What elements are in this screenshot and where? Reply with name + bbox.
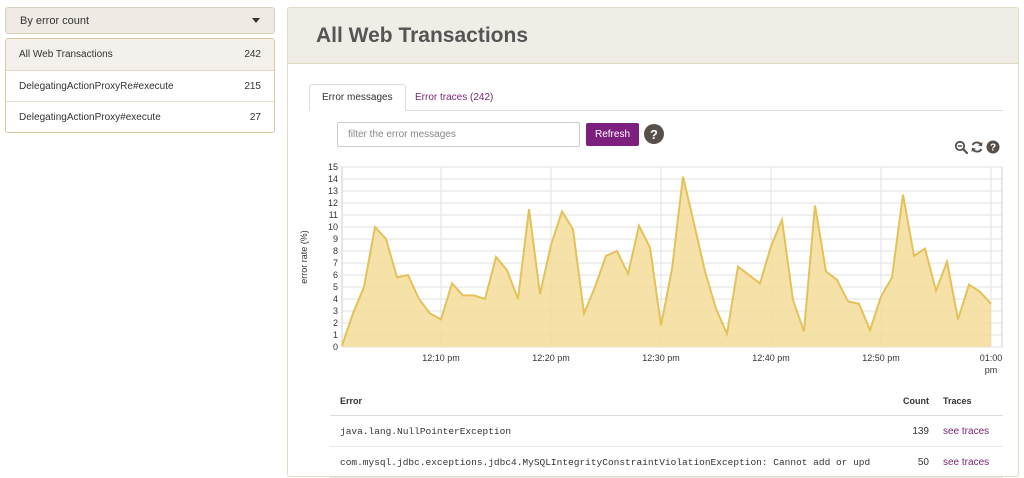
y-tick-label: 2 bbox=[333, 318, 338, 328]
x-tick-label: 01:00 pm bbox=[980, 353, 1003, 375]
y-tick-label: 9 bbox=[333, 234, 338, 244]
transaction-item-label: DelegatingActionProxyRe#execute bbox=[19, 80, 174, 92]
y-tick-label: 1 bbox=[333, 330, 338, 340]
transaction-item-all[interactable]: All Web Transactions 242 bbox=[6, 39, 274, 70]
table-row: java.lang.NullPointerException 139 see t… bbox=[330, 416, 1003, 447]
transaction-item-count: 242 bbox=[244, 49, 261, 60]
caret-down-icon bbox=[252, 18, 260, 23]
x-tick-label: 12:50 pm bbox=[862, 353, 900, 363]
sort-dropdown[interactable]: By error count bbox=[5, 7, 275, 34]
transaction-item-delegating[interactable]: DelegatingActionProxy#execute 27 bbox=[6, 101, 274, 132]
errors-table-header: Error Count Traces bbox=[330, 386, 1003, 416]
table-row: com.mysql.jdbc.exceptions.jdbc4.MySQLInt… bbox=[330, 447, 1003, 478]
sidebar: By error count All Web Transactions 242 … bbox=[5, 7, 275, 133]
error-count: 50 bbox=[917, 456, 929, 468]
header-error: Error bbox=[340, 395, 363, 406]
chart-help-icon[interactable]: ? bbox=[986, 140, 1000, 154]
y-tick-label: 15 bbox=[328, 162, 338, 172]
chart-help-glyph: ? bbox=[990, 143, 996, 154]
tab-error-messages[interactable]: Error messages bbox=[309, 84, 406, 111]
tab-bar: Error messages Error traces (242) bbox=[309, 84, 1003, 111]
y-axis-label: error rate (%) bbox=[299, 230, 309, 284]
x-tick-label: 12:10 pm bbox=[422, 353, 460, 363]
errors-table: Error Count Traces java.lang.NullPointer… bbox=[330, 386, 1003, 478]
transaction-item-count: 27 bbox=[249, 111, 261, 123]
transaction-item-label: DelegatingActionProxy#execute bbox=[19, 111, 161, 123]
error-rate-chart: 0 1 2 3 4 5 6 7 8 9 10 11 12 13 14 15 12:10 pm 12:20 pm 12… bbox=[288, 156, 1020, 381]
y-tick-label: 7 bbox=[333, 258, 338, 268]
x-tick-label: 12:20 pm bbox=[532, 353, 570, 363]
y-tick-label: 3 bbox=[333, 306, 338, 316]
zoom-out-icon[interactable] bbox=[954, 140, 968, 154]
page-title: All Web Transactions bbox=[316, 23, 528, 47]
refresh-button[interactable]: Refresh bbox=[586, 123, 639, 146]
error-count: 139 bbox=[912, 425, 929, 437]
y-tick-label: 10 bbox=[328, 222, 338, 232]
see-traces-link[interactable]: see traces bbox=[943, 457, 1003, 468]
y-tick-label: 12 bbox=[328, 198, 338, 208]
transaction-item-count: 215 bbox=[244, 80, 261, 92]
error-name: com.mysql.jdbc.exceptions.jdbc4.MySQLInt… bbox=[340, 456, 871, 468]
y-tick-label: 4 bbox=[333, 294, 338, 304]
y-tick-label: 13 bbox=[328, 186, 338, 196]
header-count: Count bbox=[903, 395, 929, 406]
see-traces-link[interactable]: see traces bbox=[943, 426, 1003, 437]
transaction-list: All Web Transactions 242 DelegatingActio… bbox=[5, 38, 275, 133]
error-rate-chart-svg: 012345678910111213141512:10 pm 12:20 pm 12… bbox=[299, 162, 1003, 375]
header-traces: Traces bbox=[943, 395, 972, 406]
sort-dropdown-label: By error count bbox=[20, 14, 90, 27]
main-panel: All Web Transactions Error messages Erro… bbox=[287, 7, 1020, 478]
y-tick-label: 14 bbox=[328, 174, 338, 184]
x-tick-label: 12:30 pm bbox=[642, 353, 680, 363]
chart-tools: ? bbox=[954, 140, 1000, 154]
y-tick-label: 8 bbox=[333, 246, 338, 256]
y-tick-label: 11 bbox=[329, 210, 338, 220]
x-tick-label: 12:40 pm bbox=[752, 353, 790, 363]
help-icon[interactable]: ? bbox=[644, 124, 664, 144]
y-tick-label: 5 bbox=[333, 282, 338, 292]
transaction-item-delegating-re[interactable]: DelegatingActionProxyRe#execute 215 bbox=[6, 70, 274, 101]
error-name: java.lang.NullPointerException bbox=[340, 425, 512, 437]
transaction-item-label: All Web Transactions bbox=[19, 49, 113, 60]
refresh-icon[interactable] bbox=[970, 140, 984, 154]
y-tick-label: 6 bbox=[333, 270, 338, 280]
tab-error-traces[interactable]: Error traces (242) bbox=[403, 84, 505, 111]
filter-input[interactable] bbox=[337, 122, 580, 147]
y-tick-label: 0 bbox=[333, 342, 338, 352]
main-header: All Web Transactions bbox=[288, 8, 1018, 64]
